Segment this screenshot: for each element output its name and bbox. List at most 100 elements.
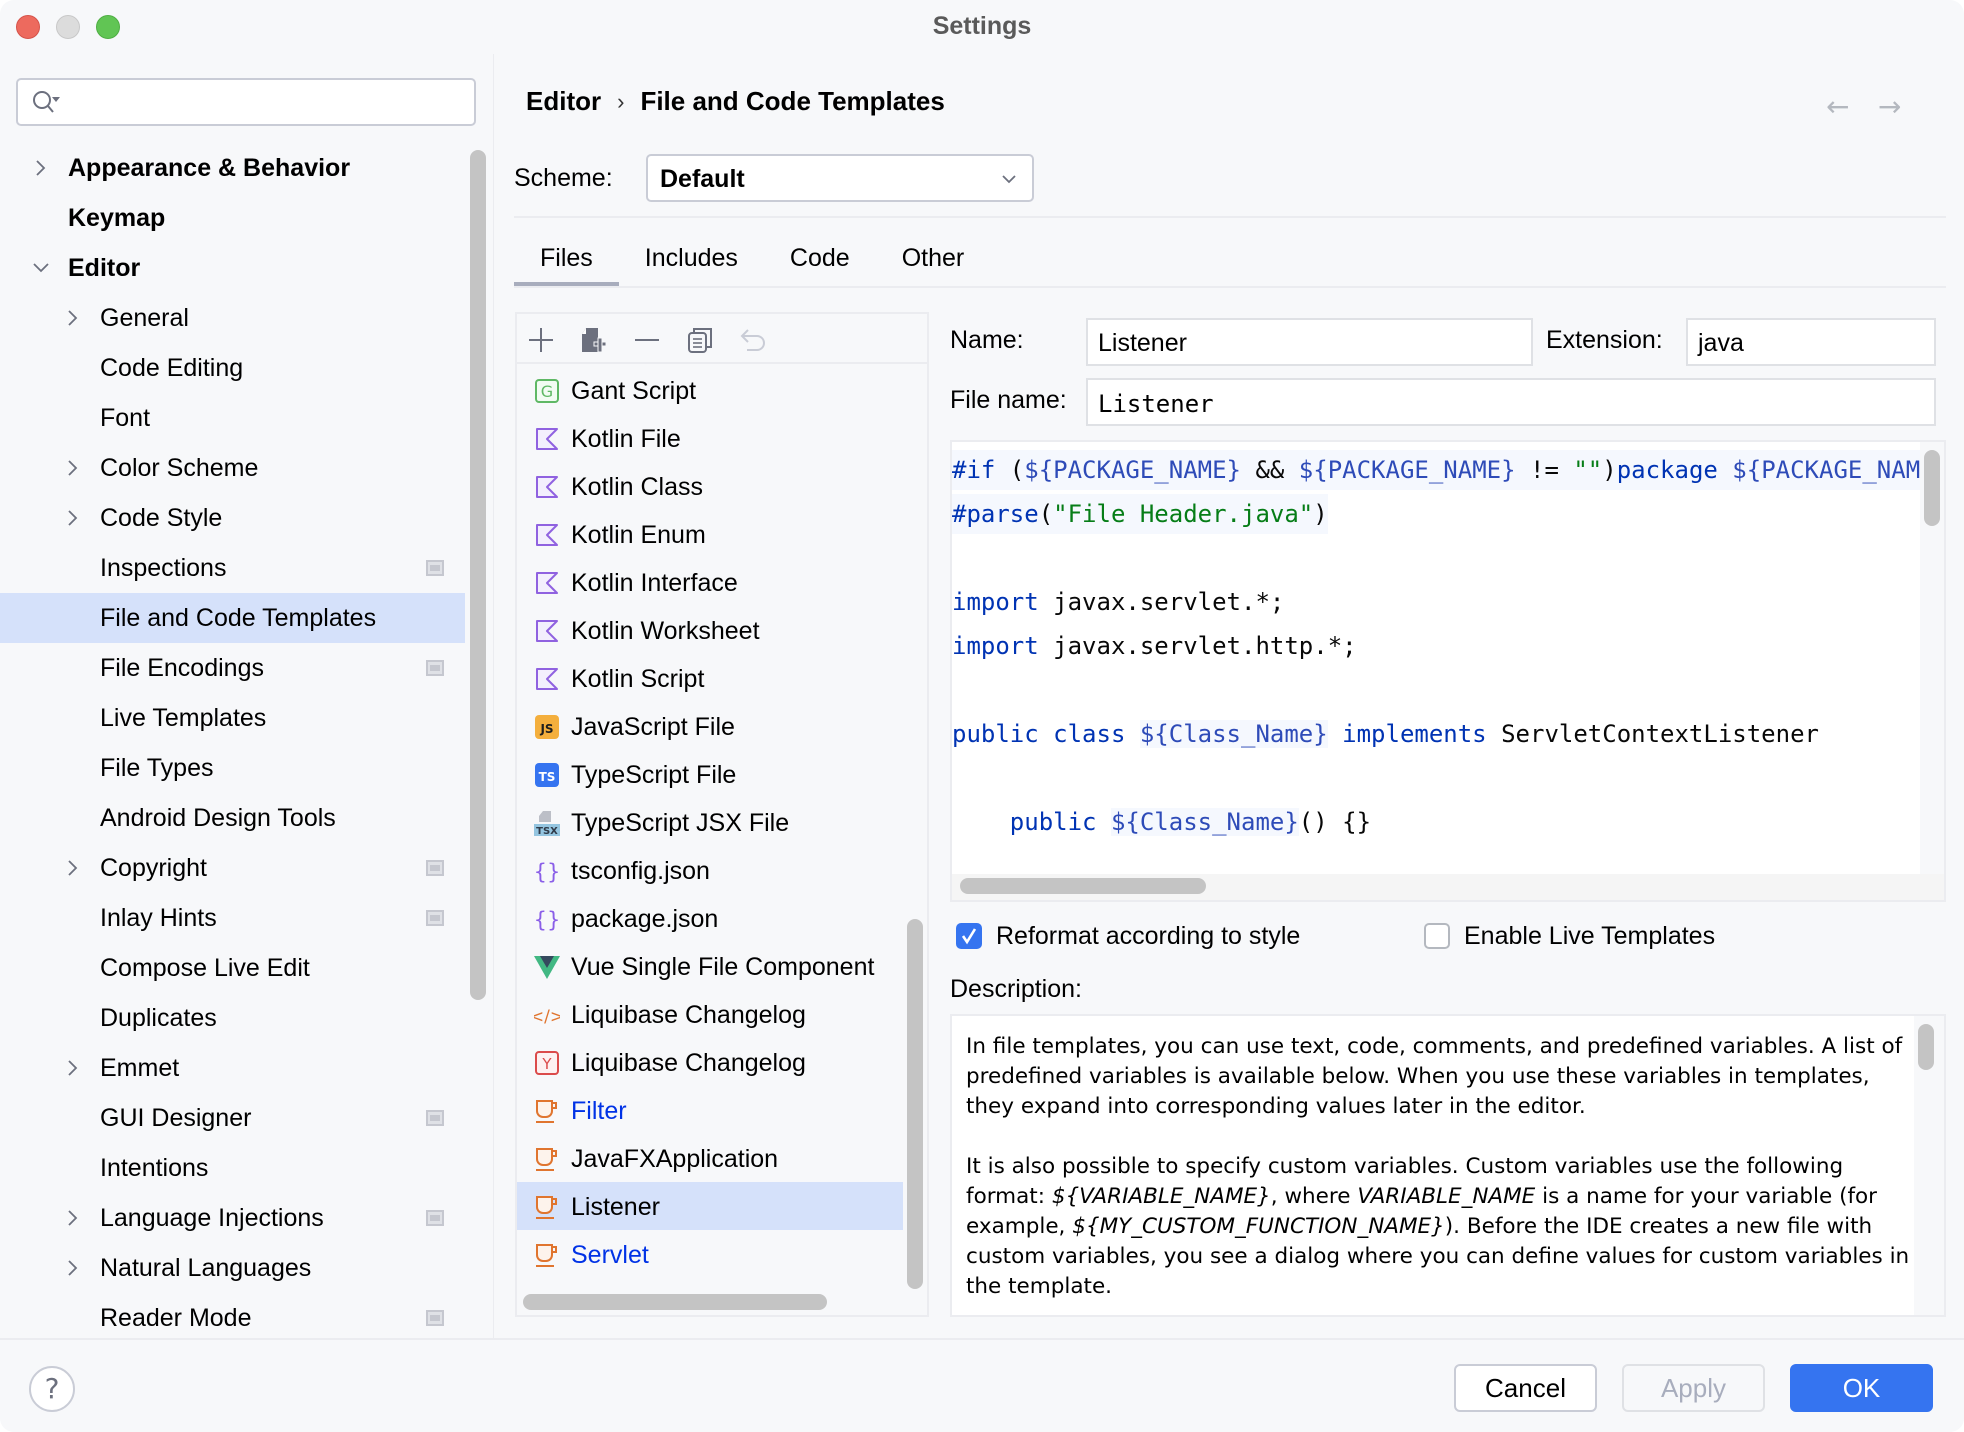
chevron-right-icon[interactable]	[62, 307, 84, 329]
code-token: "File Header.java"	[1053, 500, 1314, 528]
kotlin-icon	[534, 570, 560, 596]
template-name: Servlet	[571, 1241, 649, 1269]
template-list-item[interactable]: JavaFXApplication	[517, 1134, 903, 1182]
scheme-value: Default	[660, 165, 745, 193]
template-list-item[interactable]: Kotlin Enum	[517, 510, 903, 558]
arrow-left-icon[interactable]: ←	[1826, 90, 1849, 123]
minus-icon[interactable]	[633, 326, 661, 354]
code-token: )	[1602, 456, 1617, 484]
template-list-item[interactable]: {} tsconfig.json	[517, 846, 903, 894]
ok-button[interactable]: OK	[1790, 1364, 1933, 1412]
reformat-label[interactable]: Reformat according to style	[996, 922, 1300, 951]
sidebar-item-editor[interactable]: Editor	[0, 243, 465, 293]
code-token: #parse	[952, 500, 1039, 528]
chevron-right-icon[interactable]	[62, 1057, 84, 1079]
sidebar-item-code-editing[interactable]: Code Editing	[0, 343, 465, 393]
sidebar-scrollbar[interactable]	[470, 150, 486, 1000]
sidebar-item-file-types[interactable]: File Types	[0, 743, 465, 793]
reformat-checkbox[interactable]	[956, 923, 982, 949]
sidebar-item-color-scheme[interactable]: Color Scheme	[0, 443, 465, 493]
cancel-button[interactable]: Cancel	[1454, 1364, 1597, 1412]
chevron-right-icon[interactable]	[62, 1257, 84, 1279]
variable-example: ${MY_CUSTOM_FUNCTION_NAME}	[1072, 1214, 1445, 1239]
template-list-item[interactable]: Listener	[517, 1182, 903, 1230]
sidebar-item-font[interactable]: Font	[0, 393, 465, 443]
sidebar-item-natural-languages[interactable]: Natural Languages	[0, 1243, 465, 1293]
template-list-vertical-scrollbar[interactable]	[907, 919, 923, 1289]
checkmark-icon	[961, 928, 977, 945]
code-token: ${Class_Name}	[1110, 808, 1299, 836]
apply-button[interactable]: Apply	[1622, 1364, 1765, 1412]
template-list-item[interactable]: </> Liquibase Changelog	[517, 990, 903, 1038]
description-scrollbar[interactable]	[1918, 1024, 1934, 1070]
sidebar-item-reader-mode[interactable]: Reader Mode	[0, 1293, 465, 1343]
sidebar-item-general[interactable]: General	[0, 293, 465, 343]
chevron-right-icon[interactable]	[62, 857, 84, 879]
template-list-item[interactable]: Y Liquibase Changelog	[517, 1038, 903, 1086]
template-list-item[interactable]: Servlet	[517, 1230, 903, 1278]
template-list-item[interactable]: TSX TypeScript JSX File	[517, 798, 903, 846]
add-child-file-icon[interactable]	[580, 326, 608, 354]
enable-live-templates-checkbox[interactable]	[1424, 923, 1450, 949]
tab-includes[interactable]: Includes	[619, 238, 764, 288]
sidebar-item-inspections[interactable]: Inspections	[0, 543, 465, 593]
code-line: public ${Class_Name}() {}	[952, 802, 1371, 842]
extension-input[interactable]: java	[1686, 318, 1936, 366]
variable-example: VARIABLE_NAME	[1357, 1184, 1536, 1209]
template-code-editor[interactable]: #if (${PACKAGE_NAME} && ${PACKAGE_NAME} …	[950, 440, 1946, 902]
template-list-item[interactable]: Kotlin Class	[517, 462, 903, 510]
template-list-item[interactable]: Kotlin File	[517, 414, 903, 462]
code-horizontal-scrollbar[interactable]	[960, 878, 1206, 894]
sidebar-item-file-encodings[interactable]: File Encodings	[0, 643, 465, 693]
sidebar-item-label: Code Style	[100, 504, 223, 532]
breadcrumb-editor[interactable]: Editor	[526, 86, 601, 117]
sidebar-item-code-style[interactable]: Code Style	[0, 493, 465, 543]
enable-live-templates-label[interactable]: Enable Live Templates	[1464, 922, 1715, 951]
scheme-dropdown[interactable]: Default	[646, 154, 1034, 202]
chevron-right-icon[interactable]	[62, 457, 84, 479]
template-list-item[interactable]: Vue Single File Component	[517, 942, 903, 990]
sidebar-item-keymap[interactable]: Keymap	[0, 193, 465, 243]
arrow-right-icon[interactable]: →	[1878, 90, 1901, 123]
tab-files[interactable]: Files	[514, 238, 619, 288]
sidebar-item-copyright[interactable]: Copyright	[0, 843, 465, 893]
file-name-input[interactable]: Listener	[1086, 378, 1936, 426]
project-level-icon	[426, 1310, 444, 1326]
sidebar-item-file-and-code-templates[interactable]: File and Code Templates	[0, 593, 465, 643]
tab-other[interactable]: Other	[876, 238, 991, 288]
sidebar-item-live-templates[interactable]: Live Templates	[0, 693, 465, 743]
chevron-right-icon[interactable]	[62, 1207, 84, 1229]
sidebar-item-gui-designer[interactable]: GUI Designer	[0, 1093, 465, 1143]
template-list-item[interactable]: JS JavaScript File	[517, 702, 903, 750]
template-list-item[interactable]: Filter	[517, 1086, 903, 1134]
help-button[interactable]: ?	[29, 1366, 75, 1412]
code-vertical-scrollbar[interactable]	[1924, 450, 1940, 526]
json-icon: {}	[534, 858, 561, 884]
template-list-item[interactable]: TS TypeScript File	[517, 750, 903, 798]
template-list-horizontal-scrollbar[interactable]	[523, 1294, 827, 1310]
chevron-right-icon[interactable]	[62, 507, 84, 529]
copy-icon[interactable]	[686, 326, 714, 354]
template-list-item[interactable]: Kotlin Script	[517, 654, 903, 702]
sidebar-item-language-injections[interactable]: Language Injections	[0, 1193, 465, 1243]
sidebar-item-intentions[interactable]: Intentions	[0, 1143, 465, 1193]
template-name: tsconfig.json	[571, 857, 710, 885]
template-list-item[interactable]: {} package.json	[517, 894, 903, 942]
sidebar-item-android-design-tools[interactable]: Android Design Tools	[0, 793, 465, 843]
template-list-item[interactable]: Kotlin Interface	[517, 558, 903, 606]
plus-icon[interactable]	[527, 326, 555, 354]
settings-search-input[interactable]	[16, 78, 476, 126]
tab-code[interactable]: Code	[764, 238, 876, 288]
chevron-down-icon[interactable]	[30, 257, 52, 279]
sidebar-item-compose-live-edit[interactable]: Compose Live Edit	[0, 943, 465, 993]
name-input[interactable]: Listener	[1086, 318, 1533, 366]
template-list-item[interactable]: Kotlin Worksheet	[517, 606, 903, 654]
sidebar-item-duplicates[interactable]: Duplicates	[0, 993, 465, 1043]
sidebar-item-inlay-hints[interactable]: Inlay Hints	[0, 893, 465, 943]
template-list-item[interactable]: G Gant Script	[517, 366, 903, 414]
sidebar-item-appearance-behavior[interactable]: Appearance & Behavior	[0, 143, 465, 193]
chevron-right-icon[interactable]	[30, 157, 52, 179]
sidebar-divider[interactable]	[493, 54, 494, 1338]
description-panel[interactable]: In file templates, you can use text, cod…	[950, 1014, 1946, 1317]
sidebar-item-emmet[interactable]: Emmet	[0, 1043, 465, 1093]
